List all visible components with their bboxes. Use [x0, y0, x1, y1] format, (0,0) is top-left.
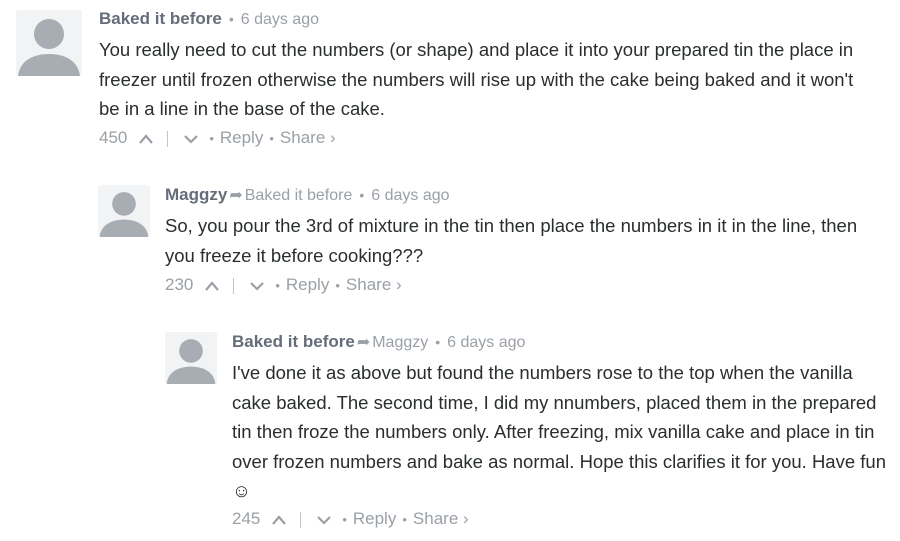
reply-link[interactable]: Reply [353, 509, 396, 528]
avatar[interactable] [165, 332, 217, 384]
separator-dot: • [435, 334, 441, 350]
reply-arrow-icon: ➦ [356, 334, 371, 351]
chevron-up-icon[interactable] [271, 514, 287, 526]
comment-text: I've done it as above but found the numb… [232, 362, 886, 501]
reply-to-author[interactable]: Maggzy [372, 334, 428, 351]
chevron-down-icon[interactable] [316, 514, 332, 526]
separator-dot: • [402, 512, 407, 527]
default-avatar-icon [165, 332, 217, 384]
comment: Baked it before ➦ Maggzy • 6 days ago I've d… [0, 0, 900, 541]
comment-author[interactable]: Baked it before [232, 332, 355, 351]
share-link[interactable]: Share › [413, 509, 469, 528]
reply-to[interactable]: ➦ Maggzy [355, 334, 428, 351]
separator-dot: • [342, 512, 347, 527]
vote-count: 245 [232, 509, 261, 528]
comment-timestamp[interactable]: 6 days ago [447, 334, 525, 351]
comment-header: Baked it before ➦ Maggzy • 6 days ago [232, 331, 525, 353]
comment-footer: 245 • Reply • Share › [232, 508, 469, 530]
vote-divider [299, 511, 301, 528]
